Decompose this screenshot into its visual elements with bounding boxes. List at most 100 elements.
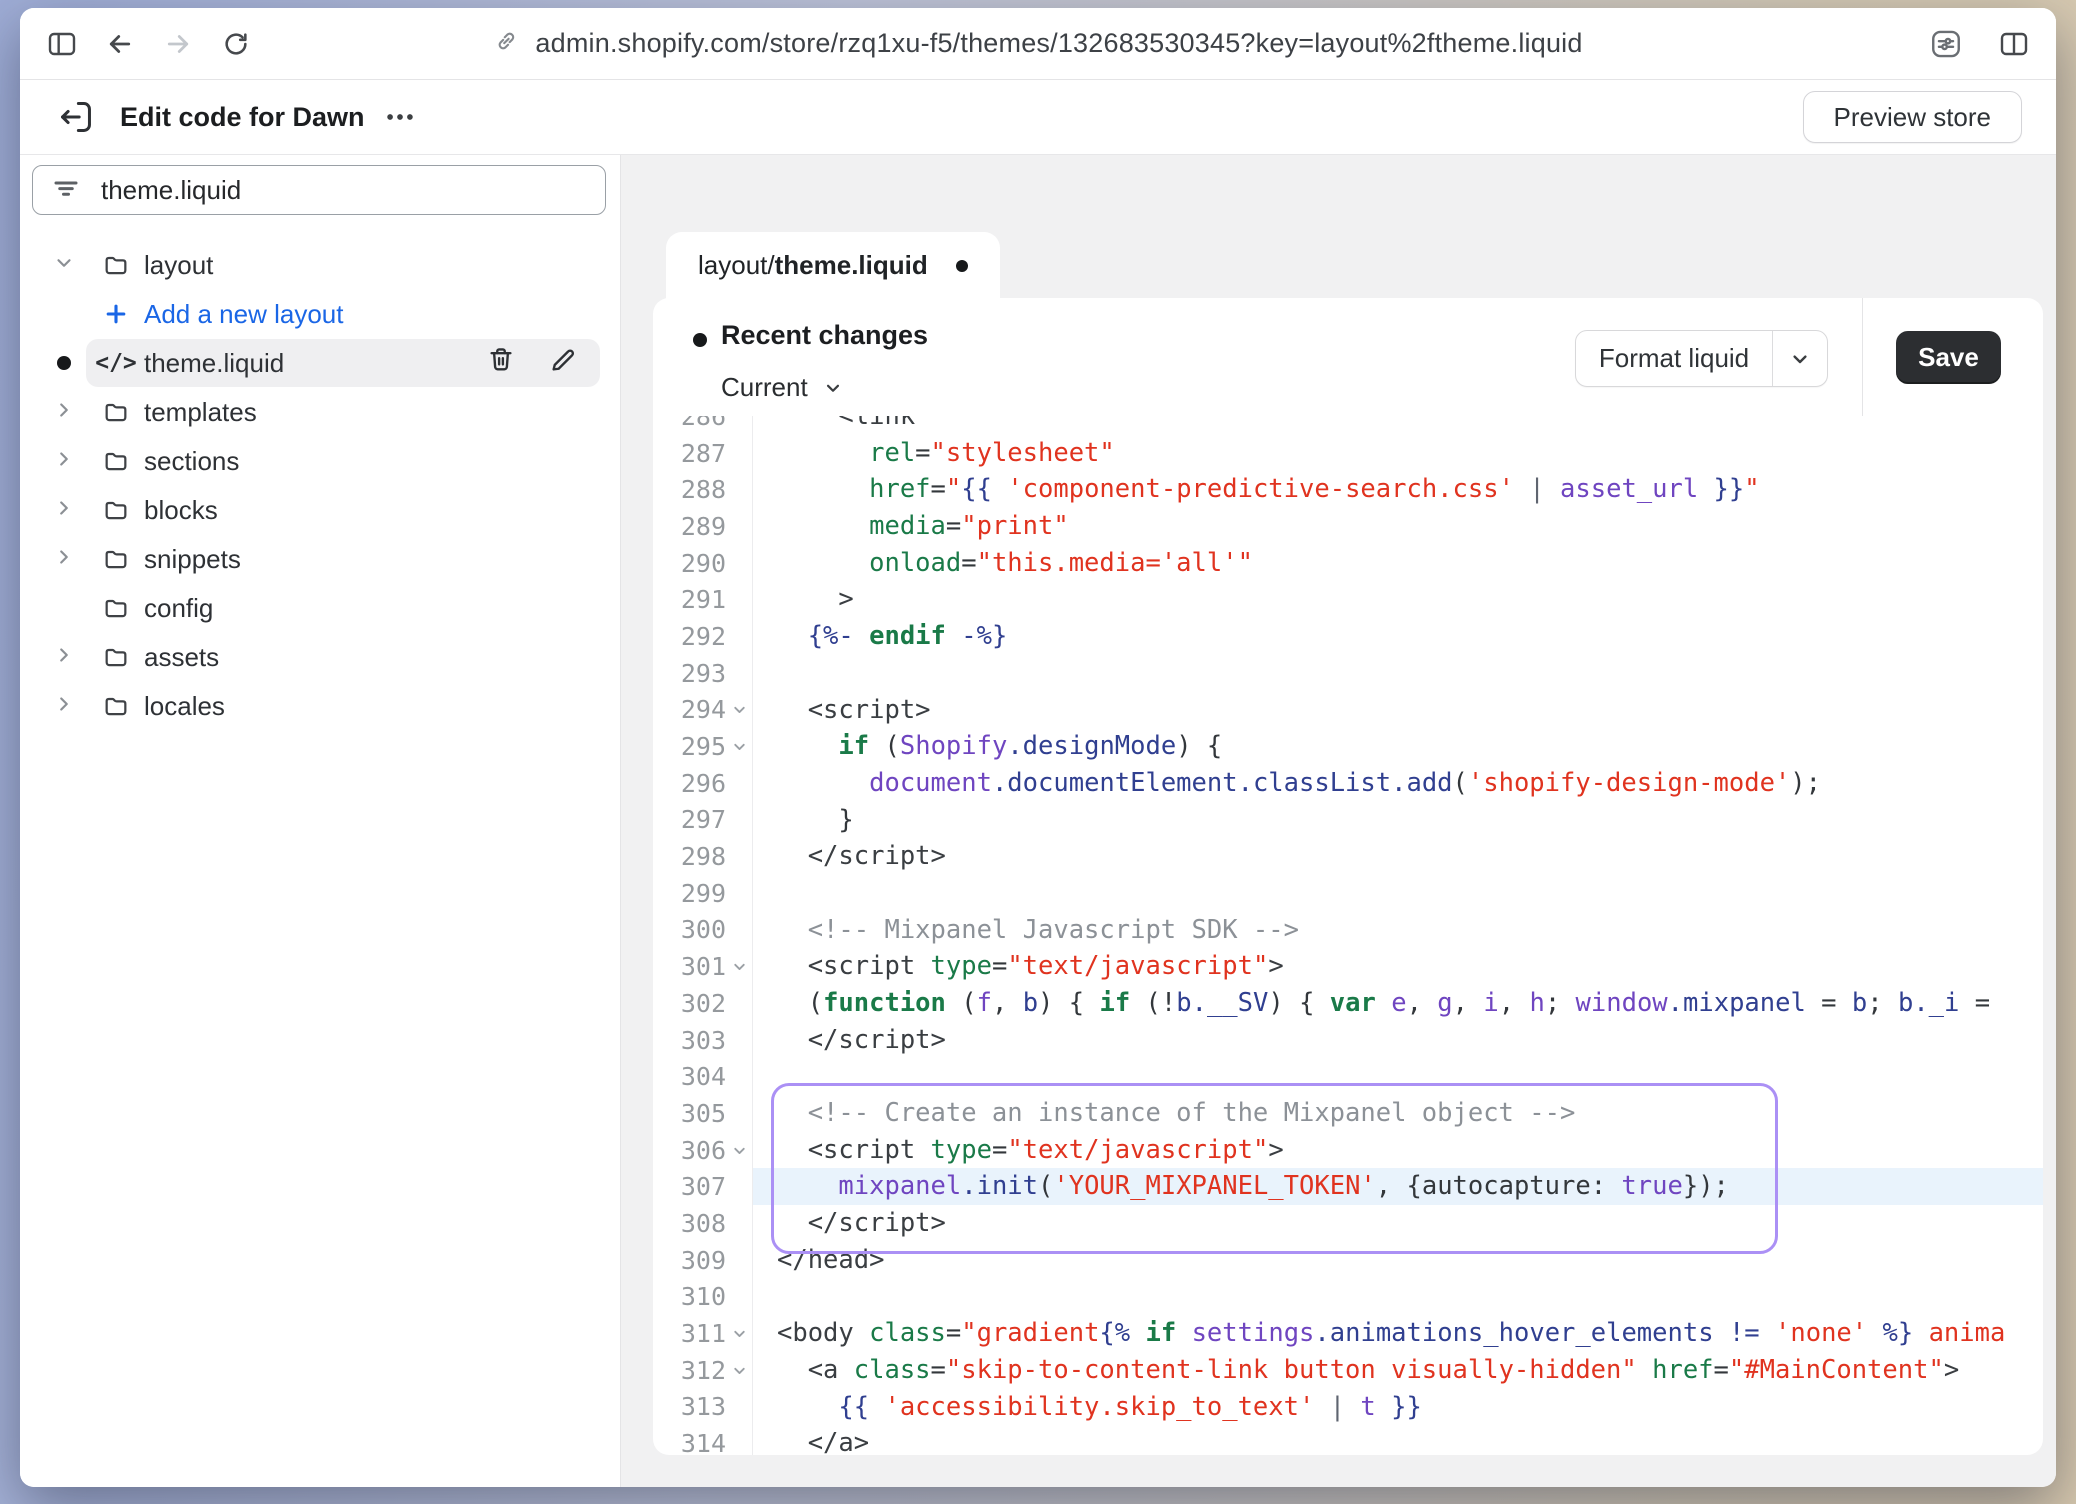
address-bar[interactable]: admin.shopify.com/store/rzq1xu-f5/themes… bbox=[493, 8, 1582, 79]
editor-tab[interactable]: layout/theme.liquid bbox=[666, 232, 1000, 299]
chevron-right-icon[interactable] bbox=[53, 544, 75, 575]
code-line-309[interactable]: 309</head> bbox=[653, 1242, 2043, 1279]
chevron-right-icon[interactable] bbox=[53, 691, 75, 722]
sidebar-item-snippets[interactable]: snippets bbox=[20, 535, 620, 583]
code-line-286[interactable]: 286 <link bbox=[653, 416, 2043, 435]
code-line-289[interactable]: 289 media="print" bbox=[653, 508, 2043, 545]
code-text[interactable] bbox=[753, 875, 2043, 912]
page-settings-icon[interactable] bbox=[1924, 22, 1968, 66]
code-line-290[interactable]: 290 onload="this.media='all'" bbox=[653, 545, 2043, 582]
fold-chevron-icon[interactable] bbox=[726, 738, 752, 755]
code-text[interactable]: <a class="skip-to-content-link button vi… bbox=[753, 1352, 2043, 1389]
code-line-312[interactable]: 312 <a class="skip-to-content-link butto… bbox=[653, 1352, 2043, 1389]
chevron-down-icon[interactable] bbox=[53, 250, 75, 281]
delete-icon[interactable] bbox=[486, 345, 516, 382]
code-text[interactable]: onload="this.media='all'" bbox=[753, 545, 2043, 582]
fold-chevron-icon[interactable] bbox=[726, 1142, 752, 1159]
code-text[interactable]: <script type="text/javascript"> bbox=[753, 1132, 2043, 1169]
code-text[interactable]: <link bbox=[753, 416, 2043, 435]
code-text[interactable]: > bbox=[753, 581, 2043, 618]
sidebar-toggle-icon[interactable] bbox=[40, 22, 84, 66]
reload-icon[interactable] bbox=[214, 22, 258, 66]
code-text[interactable]: if (Shopify.designMode) { bbox=[753, 728, 2043, 765]
back-icon[interactable] bbox=[98, 22, 142, 66]
fold-chevron-icon[interactable] bbox=[726, 1362, 752, 1379]
save-button[interactable]: Save bbox=[1896, 331, 2001, 384]
code-line-313[interactable]: 313 {{ 'accessibility.skip_to_text' | t … bbox=[653, 1389, 2043, 1426]
chevron-right-icon[interactable] bbox=[53, 446, 75, 477]
code-text[interactable]: (function (f, b) { if (!b.__SV) { var e,… bbox=[753, 985, 2043, 1022]
split-view-icon[interactable] bbox=[1992, 22, 2036, 66]
code-line-310[interactable]: 310 bbox=[653, 1279, 2043, 1316]
chevron-right-icon[interactable] bbox=[53, 495, 75, 526]
code-text[interactable]: } bbox=[753, 802, 2043, 839]
code-line-295[interactable]: 295 if (Shopify.designMode) { bbox=[653, 728, 2043, 765]
code-text[interactable]: <script type="text/javascript"> bbox=[753, 948, 2043, 985]
code-text[interactable]: </script> bbox=[753, 838, 2043, 875]
rename-icon[interactable] bbox=[548, 345, 578, 382]
code-text[interactable] bbox=[753, 655, 2043, 692]
code-text[interactable]: href="{{ 'component-predictive-search.cs… bbox=[753, 471, 2043, 508]
sidebar-item-assets[interactable]: assets bbox=[20, 633, 620, 681]
sidebar-item-config[interactable]: config bbox=[20, 584, 620, 632]
chevron-down-icon[interactable] bbox=[1773, 347, 1827, 371]
sidebar-item-sections[interactable]: sections bbox=[20, 437, 620, 485]
code-text[interactable]: </head> bbox=[753, 1242, 2043, 1279]
code-line-303[interactable]: 303 </script> bbox=[653, 1022, 2043, 1059]
code-line-298[interactable]: 298 </script> bbox=[653, 838, 2043, 875]
forward-icon[interactable] bbox=[156, 22, 200, 66]
format-liquid-button[interactable]: Format liquid bbox=[1575, 330, 1828, 387]
code-line-287[interactable]: 287 rel="stylesheet" bbox=[653, 435, 2043, 472]
chevron-right-icon[interactable] bbox=[53, 397, 75, 428]
fold-chevron-icon[interactable] bbox=[726, 701, 752, 718]
code-line-300[interactable]: 300 <!-- Mixpanel Javascript SDK --> bbox=[653, 912, 2043, 949]
code-editor[interactable]: 286 <link287 rel="stylesheet"288 href="{… bbox=[653, 416, 2043, 1455]
file-search[interactable] bbox=[32, 165, 606, 215]
sidebar-item-add-a-new-layout[interactable]: Add a new layout bbox=[20, 290, 620, 338]
code-line-305[interactable]: 305 <!-- Create an instance of the Mixpa… bbox=[653, 1095, 2043, 1132]
code-text[interactable]: </script> bbox=[753, 1205, 2043, 1242]
code-text[interactable]: <script> bbox=[753, 692, 2043, 729]
code-text[interactable]: {{ 'accessibility.skip_to_text' | t }} bbox=[753, 1389, 2043, 1426]
code-text[interactable]: <!-- Create an instance of the Mixpanel … bbox=[753, 1095, 2043, 1132]
search-input[interactable] bbox=[101, 175, 587, 206]
code-line-301[interactable]: 301 <script type="text/javascript"> bbox=[653, 948, 2043, 985]
sidebar-item-blocks[interactable]: blocks bbox=[20, 486, 620, 534]
exit-icon[interactable] bbox=[54, 95, 98, 139]
sidebar-item-templates[interactable]: templates bbox=[20, 388, 620, 436]
code-text[interactable]: media="print" bbox=[753, 508, 2043, 545]
chevron-right-icon[interactable] bbox=[53, 642, 75, 673]
code-line-293[interactable]: 293 bbox=[653, 655, 2043, 692]
code-line-302[interactable]: 302 (function (f, b) { if (!b.__SV) { va… bbox=[653, 985, 2043, 1022]
overflow-menu-icon[interactable] bbox=[383, 100, 417, 134]
sidebar-item-theme-liquid[interactable]: </>theme.liquid bbox=[20, 339, 620, 387]
code-line-296[interactable]: 296 document.documentElement.classList.a… bbox=[653, 765, 2043, 802]
code-text[interactable]: <body class="gradient{% if settings.anim… bbox=[753, 1315, 2043, 1352]
code-line-308[interactable]: 308 </script> bbox=[653, 1205, 2043, 1242]
fold-chevron-icon[interactable] bbox=[726, 1325, 752, 1342]
sidebar-item-layout[interactable]: layout bbox=[20, 241, 620, 289]
code-line-304[interactable]: 304 bbox=[653, 1058, 2043, 1095]
preview-store-button[interactable]: Preview store bbox=[1803, 91, 2023, 143]
code-line-299[interactable]: 299 bbox=[653, 875, 2043, 912]
version-selector[interactable]: Current bbox=[721, 372, 844, 403]
code-line-307[interactable]: 307 mixpanel.init('YOUR_MIXPANEL_TOKEN',… bbox=[653, 1168, 2043, 1205]
code-text[interactable]: {%- endif -%} bbox=[753, 618, 2043, 655]
code-text[interactable] bbox=[753, 1279, 2043, 1316]
code-text[interactable]: document.documentElement.classList.add('… bbox=[753, 765, 2043, 802]
code-line-311[interactable]: 311<body class="gradient{% if settings.a… bbox=[653, 1315, 2043, 1352]
code-text[interactable]: mixpanel.init('YOUR_MIXPANEL_TOKEN', {au… bbox=[753, 1168, 2043, 1205]
code-line-291[interactable]: 291 > bbox=[653, 581, 2043, 618]
fold-chevron-icon[interactable] bbox=[726, 958, 752, 975]
code-text[interactable] bbox=[753, 1058, 2043, 1095]
sidebar-item-locales[interactable]: locales bbox=[20, 682, 620, 730]
code-line-306[interactable]: 306 <script type="text/javascript"> bbox=[653, 1132, 2043, 1169]
code-line-294[interactable]: 294 <script> bbox=[653, 692, 2043, 729]
code-text[interactable]: <!-- Mixpanel Javascript SDK --> bbox=[753, 912, 2043, 949]
code-text[interactable]: </a> bbox=[753, 1425, 2043, 1455]
code-line-314[interactable]: 314 </a> bbox=[653, 1425, 2043, 1455]
code-line-292[interactable]: 292 {%- endif -%} bbox=[653, 618, 2043, 655]
code-line-297[interactable]: 297 } bbox=[653, 802, 2043, 839]
code-line-288[interactable]: 288 href="{{ 'component-predictive-searc… bbox=[653, 471, 2043, 508]
code-text[interactable]: rel="stylesheet" bbox=[753, 435, 2043, 472]
